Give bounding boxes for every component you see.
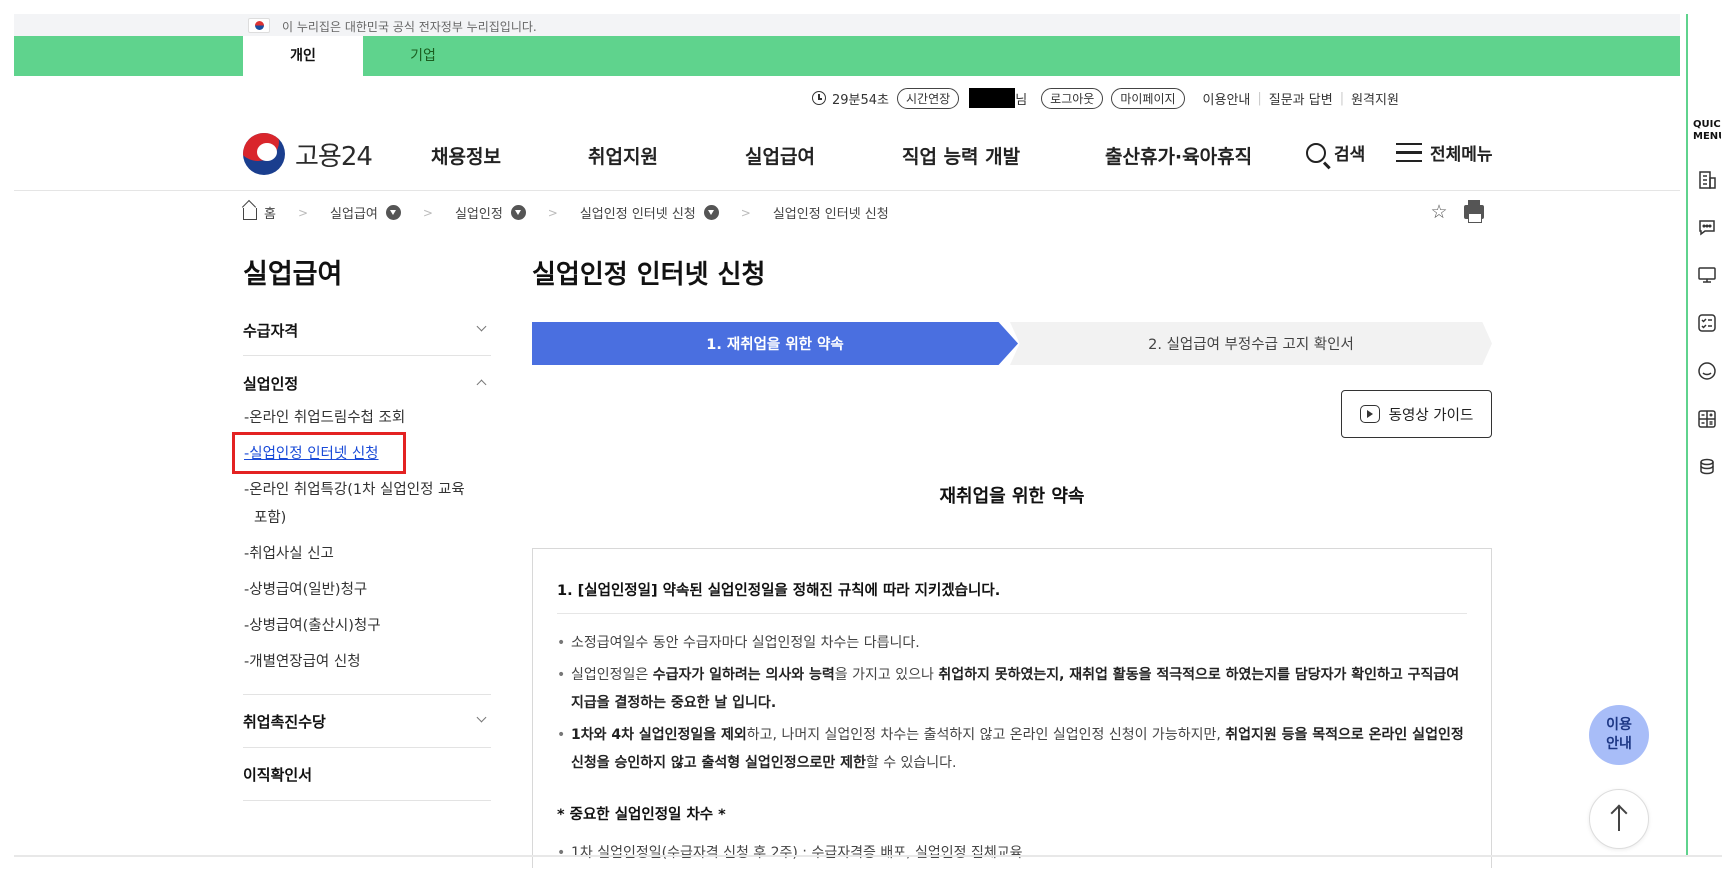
monitor-icon[interactable] — [1697, 265, 1717, 285]
dropdown-icon[interactable] — [385, 205, 401, 220]
search-icon — [1306, 142, 1326, 163]
dropdown-icon[interactable] — [510, 205, 526, 220]
all-menu-button[interactable]: 전체메뉴 — [1396, 140, 1493, 165]
korea-flag-icon — [248, 18, 270, 33]
gnb-parental-leave[interactable]: 출산휴가·육아휴직 — [1105, 142, 1252, 169]
link-qna[interactable]: 질문과 답변 — [1269, 89, 1333, 108]
tab-personal[interactable]: 개인 — [243, 36, 363, 77]
arrow-up-icon — [1618, 807, 1620, 831]
favorite-star-icon[interactable]: ☆ — [1425, 198, 1453, 226]
important-rounds-heading: * 중요한 실업인정일 차수 * — [557, 807, 726, 823]
chevron-right-icon: > — [422, 205, 433, 220]
redacted-username — [969, 88, 1016, 108]
breadcrumb-current: 실업인정 인터넷 신청 — [772, 207, 889, 222]
checklist-icon[interactable] — [1697, 313, 1717, 333]
sidebar-item-extension-benefit[interactable]: -개별연장급여 신청 — [244, 648, 484, 676]
sidebar-title: 실업급여 — [243, 259, 343, 290]
search-button[interactable]: 검색 — [1306, 140, 1365, 165]
gnb-unemployment-benefit[interactable]: 실업급여 — [745, 142, 815, 169]
sidebar-item-online-lecture[interactable]: -온라인 취업특강(1차 실업인정 교육 — [244, 476, 484, 504]
bullet-item: 소정급여일수 동안 수급자마다 실업인정일 차수는 다릅니다. — [557, 629, 1467, 657]
gnb-job-info[interactable]: 채용정보 — [431, 142, 501, 169]
page-title: 실업인정 인터넷 신청 — [532, 260, 766, 290]
session-timer: 29분54초 — [832, 92, 890, 108]
video-guide-label: 동영상 가이드 — [1388, 407, 1474, 424]
gnb-vocational-training[interactable]: 직업 능력 개발 — [902, 142, 1020, 169]
gov-notice-text: 이 누리집은 대한민국 공식 전자정부 누리집입니다. — [282, 20, 537, 34]
logo-text: 고용24 — [295, 141, 373, 172]
breadcrumb-recognition[interactable]: 실업인정 — [455, 203, 503, 222]
user-suffix: 님 — [1015, 92, 1028, 108]
chevron-down-icon — [476, 321, 487, 332]
tab-business[interactable]: 기업 — [363, 36, 483, 76]
clock-icon — [812, 91, 826, 105]
section-heading: 재취업을 위한 약속 — [939, 486, 1085, 507]
header-divider — [14, 190, 1680, 191]
breadcrumb: 홈 > 실업급여 > 실업인정 > 실업인정 인터넷 신청 > 실업인정 인터넷… — [243, 203, 889, 222]
sidebar-section-separation-confirm[interactable]: 이직확인서 — [243, 764, 491, 785]
site-logo[interactable]: 고용24 — [243, 133, 373, 175]
print-button[interactable] — [1460, 198, 1488, 226]
link-usage-guide[interactable]: 이용안내 — [1203, 89, 1251, 108]
video-guide-button[interactable]: 동영상 가이드 — [1341, 390, 1492, 438]
sidebar-item-online-lecture-cont[interactable]: 포함) — [254, 504, 494, 532]
bullet-item: 1차와 4차 실업인정일을 제외하고, 나머지 실업인정 차수는 출석하지 않고… — [557, 721, 1467, 777]
user-type-tabs: 개인 기업 — [14, 36, 1680, 77]
all-menu-label: 전체메뉴 — [1430, 145, 1493, 165]
breadcrumb-home[interactable]: 홈 — [264, 203, 276, 222]
step-1-active: 1. 재취업을 위한 약속 — [532, 322, 1018, 365]
dropdown-icon[interactable] — [703, 205, 719, 220]
content-title: 1. [실업인정일] 약속된 실업인정일을 정해진 규칙에 따라 지키겠습니다. — [557, 583, 1001, 599]
chevron-right-icon: > — [297, 205, 309, 220]
sidebar-item-online-dream-notebook[interactable]: -온라인 취업드림수첩 조회 — [244, 404, 484, 432]
coins-icon[interactable] — [1697, 457, 1717, 477]
link-remote-support[interactable]: 원격지원 — [1351, 89, 1399, 108]
play-icon — [1359, 405, 1380, 423]
chevron-right-icon: > — [740, 205, 751, 220]
breadcrumb-unemployment-benefit[interactable]: 실업급여 — [330, 203, 378, 222]
hamburger-icon — [1396, 142, 1422, 163]
extend-time-button[interactable]: 시간연장 — [897, 87, 960, 109]
chat-icon[interactable] — [1697, 217, 1717, 237]
sidebar-section-eligibility[interactable]: 수급자격 — [243, 320, 491, 341]
gov-notice-bar: 이 누리집은 대한민국 공식 전자정부 누리집입니다. — [14, 14, 1680, 36]
promise-content-box: 1. [실업인정일] 약속된 실업인정일을 정해진 규칙에 따라 지키겠습니다.… — [532, 548, 1492, 868]
logout-button[interactable]: 로그아웃 — [1041, 87, 1104, 109]
chevron-up-icon — [476, 379, 487, 390]
sidebar-section-recognition[interactable]: 실업인정 — [243, 373, 491, 394]
sidebar-section-promotion-allowance[interactable]: 취업촉진수당 — [243, 711, 491, 732]
bullet-item: 실업인정일은 수급자가 일하려는 의사와 능력을 가지고 있으나 취업하지 못하… — [557, 661, 1467, 717]
building-icon[interactable] — [1697, 170, 1717, 190]
smile-icon[interactable] — [1697, 361, 1717, 381]
mypage-button[interactable]: 마이페이지 — [1111, 87, 1185, 109]
sidebar-item-sickness-childbirth[interactable]: -상병급여(출산시)청구 — [244, 612, 484, 640]
bullet-item: 1차 실업인정일(수급자격 신청 후 2주) : 수급자격증 배포, 실업인정 … — [557, 839, 1467, 867]
gnb-employment-support[interactable]: 취업지원 — [588, 142, 658, 169]
utility-bar: 29분54초 시간연장 님 로그아웃 마이페이지 이용안내 | 질문과 답변 |… — [812, 86, 1399, 110]
quick-menu-label: QUICK MENU — [1693, 119, 1721, 142]
step-2: 2. 실업급여 부정수급 고지 확인서 — [1010, 322, 1492, 365]
chevron-right-icon: > — [547, 205, 558, 220]
calculator-icon[interactable] — [1697, 409, 1717, 429]
search-label: 검색 — [1334, 145, 1366, 165]
usage-guide-float-button[interactable]: 이용 안내 — [1589, 705, 1649, 765]
highlight-box — [232, 432, 406, 474]
taegeuk-logo-icon — [243, 133, 285, 175]
sidebar-item-sickness-general[interactable]: -상병급여(일반)청구 — [244, 576, 484, 604]
scroll-top-button[interactable] — [1589, 789, 1649, 849]
breadcrumb-internet-apply[interactable]: 실업인정 인터넷 신청 — [580, 203, 696, 222]
chevron-down-icon — [476, 712, 487, 723]
home-icon — [243, 208, 257, 220]
printer-icon — [1464, 200, 1484, 223]
sidebar-item-employment-report[interactable]: -취업사실 신고 — [244, 540, 484, 568]
